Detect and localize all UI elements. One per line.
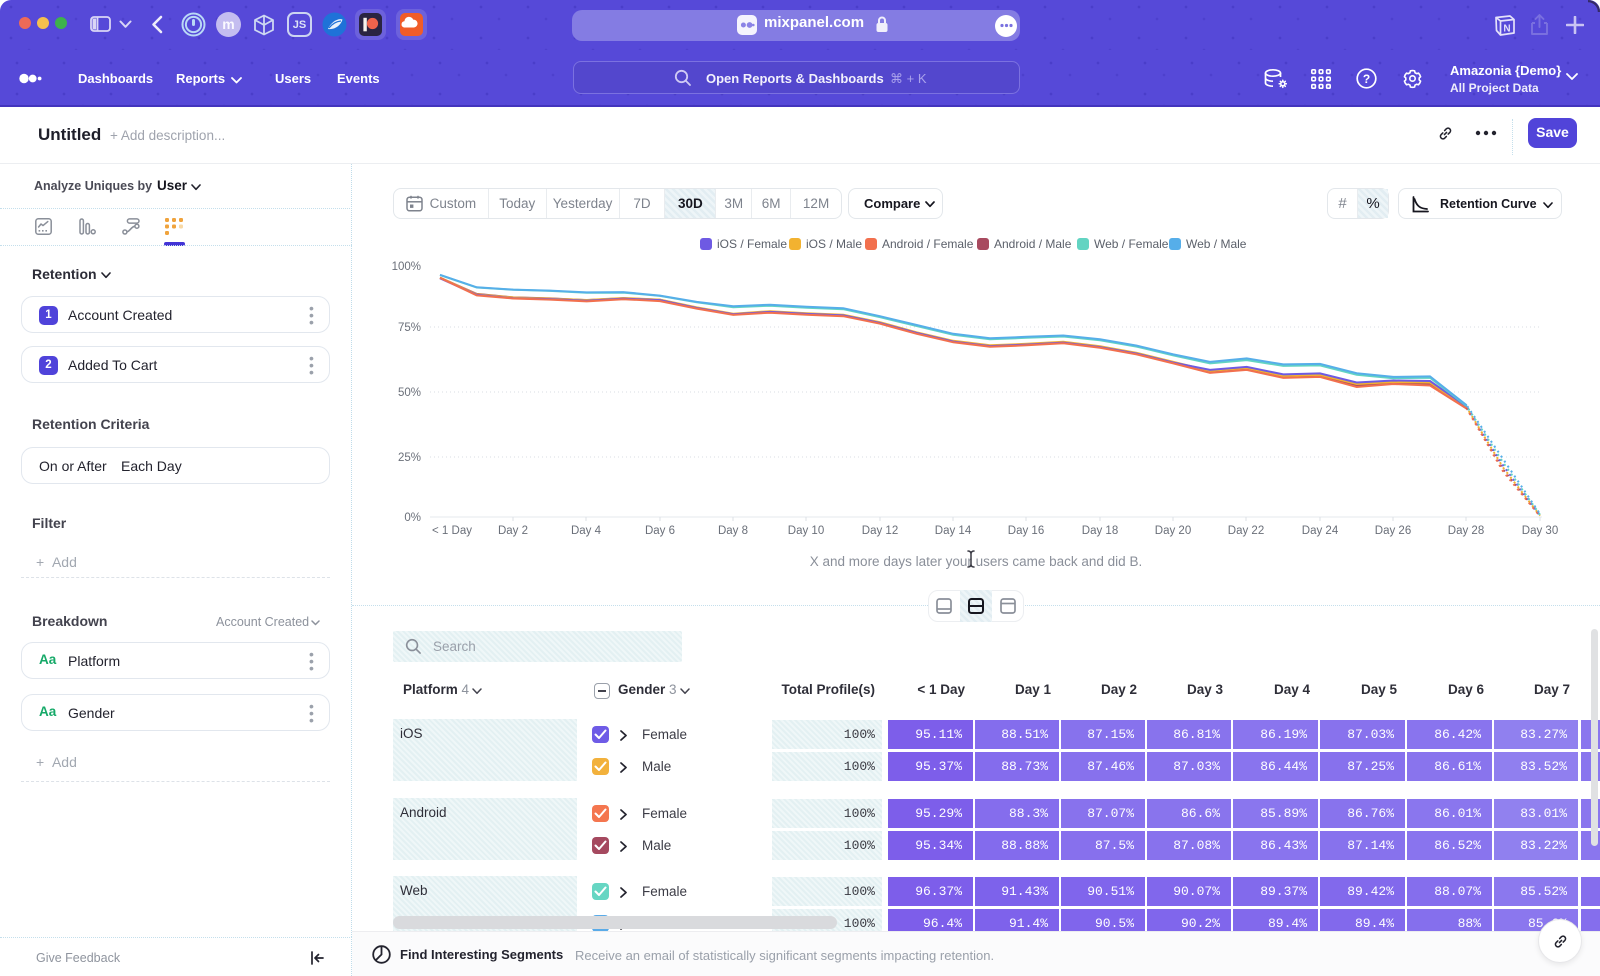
svg-text:< 1 Day: < 1 Day bbox=[432, 525, 472, 537]
svg-text:Day 4: Day 4 bbox=[571, 525, 602, 537]
svg-text:Day 18: Day 18 bbox=[1082, 525, 1118, 537]
svg-text:Day 22: Day 22 bbox=[1228, 525, 1264, 537]
svg-text:Day 30: Day 30 bbox=[1522, 525, 1558, 537]
svg-text:Day 2: Day 2 bbox=[498, 525, 528, 537]
svg-text:N: N bbox=[1503, 24, 1510, 35]
svg-text:Day 26: Day 26 bbox=[1375, 525, 1411, 537]
svg-text:100%: 100% bbox=[392, 261, 421, 273]
svg-text:Day 6: Day 6 bbox=[645, 525, 675, 537]
svg-text:Day 12: Day 12 bbox=[862, 525, 898, 537]
svg-text:50%: 50% bbox=[398, 387, 421, 399]
svg-text:Day 16: Day 16 bbox=[1008, 525, 1044, 537]
svg-text:0%: 0% bbox=[404, 512, 421, 524]
svg-text:Day 10: Day 10 bbox=[788, 525, 824, 537]
svg-text:Day 24: Day 24 bbox=[1302, 525, 1339, 537]
svg-text:Day 28: Day 28 bbox=[1448, 525, 1484, 537]
svg-text:Day 8: Day 8 bbox=[718, 525, 748, 537]
svg-text:?: ? bbox=[1363, 72, 1370, 86]
svg-text:Day 20: Day 20 bbox=[1155, 525, 1191, 537]
svg-text:75%: 75% bbox=[398, 322, 421, 334]
svg-text:25%: 25% bbox=[398, 452, 421, 464]
svg-text:Day 14: Day 14 bbox=[935, 525, 972, 537]
